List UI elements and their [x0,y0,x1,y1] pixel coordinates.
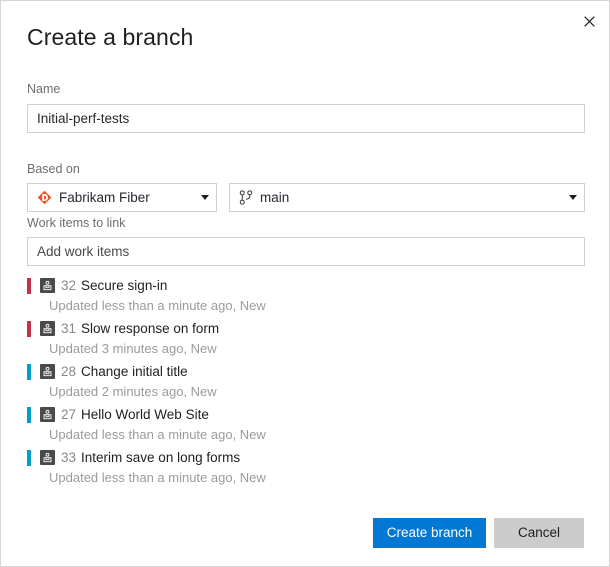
list-item[interactable]: 32 Secure sign-in Updated less than a mi… [27,273,585,316]
work-item-type-color-bar [27,277,31,294]
branch-dropdown[interactable]: main [229,183,585,212]
work-item-id: 31 [61,321,77,336]
work-item-header: 32 Secure sign-in [27,273,585,295]
work-item-type-color-bar [27,449,31,466]
git-branch-icon [239,190,253,205]
work-item-id: 28 [61,364,77,379]
bug-icon [40,364,55,379]
repository-value: Fabrikam Fiber [59,190,150,205]
list-item[interactable]: 28 Change initial title Updated 2 minute… [27,359,585,402]
work-item-header: 33 Interim save on long forms [27,445,585,467]
repository-dropdown[interactable]: Fabrikam Fiber [27,183,217,212]
work-item-id: 32 [61,278,77,293]
close-glyph [583,15,595,27]
close-icon[interactable] [573,5,605,37]
work-item-list: 32 Secure sign-in Updated less than a mi… [27,273,585,488]
dialog-footer: Create branch Cancel [1,506,609,566]
name-label: Name [27,82,61,96]
work-items-label: Work items to link [27,216,126,230]
bug-icon [40,278,55,293]
work-item-type-color-bar [27,406,31,423]
create-branch-dialog: Create a branch Name Based on Fabrikam F… [0,0,610,567]
work-item-meta: Updated less than a minute ago, New [49,470,266,485]
chevron-down-icon [201,195,209,200]
work-item-id: 27 [61,407,77,422]
based-on-label: Based on [27,162,80,176]
work-item-meta: Updated less than a minute ago, New [49,298,266,313]
bug-icon [40,450,55,465]
list-item[interactable]: 27 Hello World Web Site Updated less tha… [27,402,585,445]
work-item-meta: Updated 3 minutes ago, New [49,341,217,356]
work-item-meta: Updated 2 minutes ago, New [49,384,217,399]
work-item-title: Slow response on form [81,321,220,336]
repo-diamond-icon [37,190,52,205]
page-title: Create a branch [27,24,194,50]
work-item-type-color-bar [27,363,31,380]
chevron-down-icon [569,195,577,200]
add-work-items-input[interactable] [27,237,585,266]
work-item-title: Interim save on long forms [81,450,241,465]
list-item[interactable]: 31 Slow response on form Updated 3 minut… [27,316,585,359]
work-item-title: Hello World Web Site [81,407,209,422]
branch-value: main [260,190,290,205]
work-item-title: Change initial title [81,364,188,379]
branch-name-input[interactable] [27,104,585,133]
bug-icon [40,321,55,336]
work-item-header: 31 Slow response on form [27,316,585,338]
work-item-type-color-bar [27,320,31,337]
cancel-button[interactable]: Cancel [494,518,584,548]
work-item-header: 27 Hello World Web Site [27,402,585,424]
work-item-header: 28 Change initial title [27,359,585,381]
work-item-meta: Updated less than a minute ago, New [49,427,266,442]
bug-icon [40,407,55,422]
list-item[interactable]: 33 Interim save on long forms Updated le… [27,445,585,488]
work-item-id: 33 [61,450,77,465]
work-item-title: Secure sign-in [81,278,168,293]
create-branch-button[interactable]: Create branch [373,518,486,548]
